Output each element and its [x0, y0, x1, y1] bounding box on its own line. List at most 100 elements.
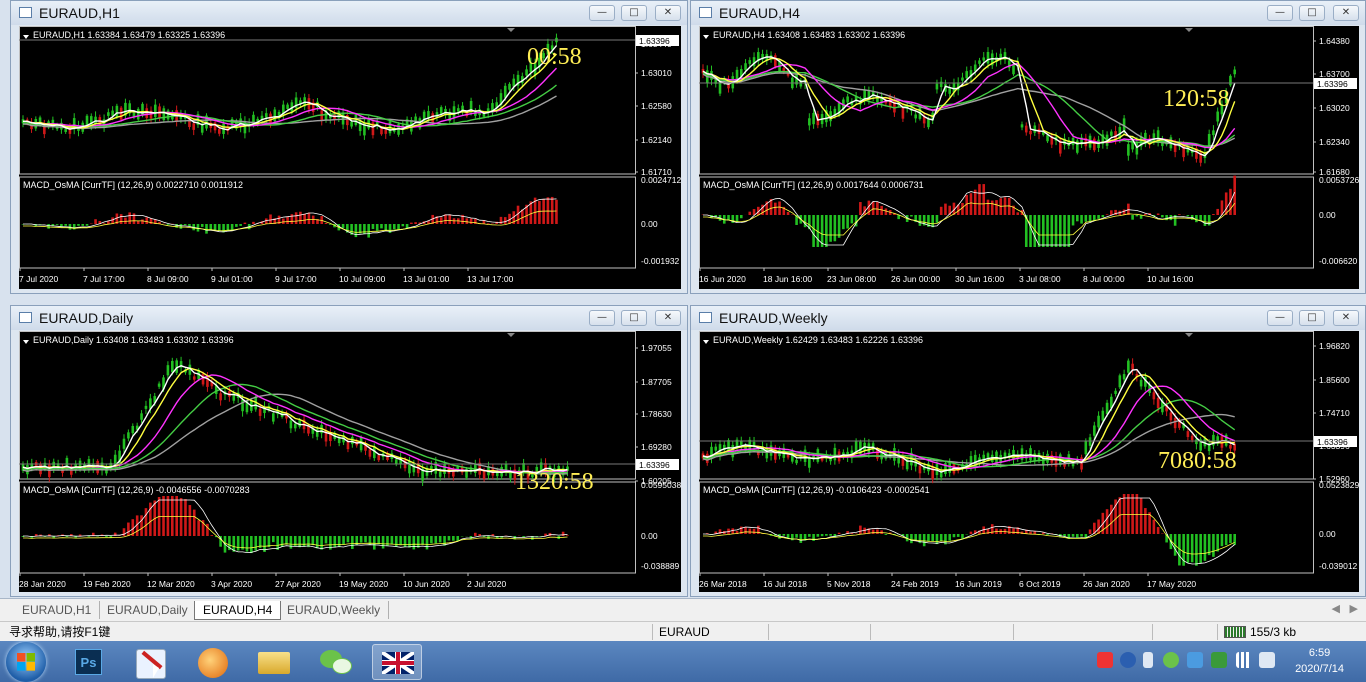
macd-bar: [430, 536, 433, 544]
scroll-left-arrow-icon[interactable]: ◀: [1332, 602, 1340, 615]
price-tick-label: 1.69280: [641, 442, 672, 452]
chart-area[interactable]: EURAUD,H1 1.63384 1.63479 1.63325 1.6339…: [19, 26, 681, 289]
chart-window-icon: [699, 312, 712, 323]
macd-bar: [1139, 497, 1143, 534]
candle-body: [264, 113, 268, 118]
macd-bar: [561, 531, 565, 536]
chart-window-weekly[interactable]: EURAUD,Weekly — □ ✕ EURAUD,Weekly 1.6242…: [690, 305, 1366, 597]
chart-window-h4[interactable]: EURAUD,H4 — □ ✕ EURAUD,H4 1.63408 1.6348…: [690, 0, 1366, 294]
dropdown-triangle-icon[interactable]: [23, 340, 29, 344]
candle-body: [812, 112, 815, 125]
paint-taskbar-icon[interactable]: [126, 644, 176, 680]
macd-bar: [124, 217, 127, 224]
dropdown-triangle-icon[interactable]: [703, 35, 709, 39]
macd-bar: [1195, 534, 1198, 566]
maximize-button[interactable]: □: [1299, 310, 1325, 326]
macd-bar: [931, 534, 934, 542]
macd-bar: [1203, 215, 1207, 226]
candle-body: [438, 471, 442, 477]
help-tray-icon[interactable]: [1120, 652, 1136, 668]
macd-bar: [1105, 214, 1109, 215]
macd-tick-label: 0.0053726: [1319, 175, 1359, 185]
minimize-button[interactable]: —: [1267, 5, 1293, 21]
chart-area[interactable]: EURAUD,Weekly 1.62429 1.63483 1.62226 1.…: [699, 331, 1359, 592]
minimize-button[interactable]: —: [589, 5, 615, 21]
candle-body: [1173, 144, 1177, 153]
shield-tray-icon[interactable]: [1187, 652, 1203, 668]
chart-area[interactable]: EURAUD,Daily 1.63408 1.63483 1.63302 1.6…: [19, 331, 681, 592]
macd-bar: [119, 214, 123, 224]
status-help-text: 寻求帮助,请按F1键: [9, 625, 111, 639]
macd-bar: [354, 224, 358, 238]
macd-bar: [1080, 534, 1083, 537]
window-titlebar[interactable]: EURAUD,Weekly — □ ✕: [691, 306, 1365, 330]
security-tray-icon[interactable]: [1211, 652, 1227, 668]
photoshop-taskbar-icon[interactable]: Ps: [64, 644, 114, 680]
price-chart-svg[interactable]: EURAUD,Daily 1.63408 1.63483 1.63302 1.6…: [19, 331, 683, 594]
candle-body: [1152, 392, 1156, 400]
network-tray-icon[interactable]: [1143, 652, 1153, 668]
macd-bar: [105, 536, 108, 538]
browser-taskbar-icon[interactable]: [188, 644, 238, 680]
maximize-button[interactable]: □: [621, 5, 647, 21]
minimize-button[interactable]: —: [589, 310, 615, 326]
volume-muted-tray-icon[interactable]: [1259, 652, 1275, 668]
wechat-taskbar-icon[interactable]: [312, 644, 362, 680]
maximize-button[interactable]: □: [621, 310, 647, 326]
candle-body: [1127, 144, 1130, 156]
macd-bar: [122, 528, 126, 536]
window-titlebar[interactable]: EURAUD,H1 — □ ✕: [11, 1, 687, 25]
close-button[interactable]: ✕: [655, 5, 681, 21]
tab-euraud-h1[interactable]: EURAUD,H1: [14, 601, 101, 619]
close-button[interactable]: ✕: [1333, 310, 1359, 326]
macd-bar: [469, 218, 473, 224]
candle-body: [978, 60, 981, 64]
candle-body: [833, 447, 837, 461]
window-titlebar[interactable]: EURAUD,Daily — □ ✕: [11, 306, 687, 330]
file-explorer-taskbar-icon[interactable]: [250, 644, 300, 680]
macd-bar: [250, 536, 253, 554]
minimize-button[interactable]: —: [1267, 310, 1293, 326]
chart-window-daily[interactable]: EURAUD,Daily — □ ✕ EURAUD,Daily 1.63408 …: [10, 305, 688, 597]
time-axis-label: 19 May 2020: [339, 579, 388, 589]
maximize-button[interactable]: □: [1299, 5, 1325, 21]
chart-window-h1[interactable]: EURAUD,H1 — □ ✕ EURAUD,H1 1.63384 1.6347…: [10, 0, 688, 294]
macd-bar: [303, 213, 306, 224]
candle-body: [1233, 69, 1236, 75]
tab-euraud-h4[interactable]: EURAUD,H4: [194, 601, 282, 620]
chart-info-label: EURAUD,H4 1.63408 1.63483 1.63302 1.6339…: [713, 30, 905, 40]
signal-tray-icon[interactable]: [1236, 652, 1252, 668]
macd-bar: [235, 224, 238, 227]
macd-bar: [961, 534, 964, 539]
tab-euraud-daily[interactable]: EURAUD,Daily: [99, 601, 197, 619]
macd-bar: [286, 216, 289, 224]
tab-euraud-weekly[interactable]: EURAUD,Weekly: [279, 601, 390, 619]
window-titlebar[interactable]: EURAUD,H4 — □ ✕: [691, 1, 1365, 25]
price-chart-svg[interactable]: EURAUD,H4 1.63408 1.63483 1.63302 1.6339…: [699, 26, 1361, 291]
macd-bar: [141, 219, 144, 224]
scroll-marker-icon: [1185, 28, 1193, 32]
current-price-label: 1.63396: [639, 460, 670, 470]
chart-area[interactable]: EURAUD,H4 1.63408 1.63483 1.63302 1.6339…: [699, 26, 1359, 289]
wechat-tray-icon[interactable]: [1163, 652, 1179, 668]
macd-bar: [140, 515, 143, 536]
dropdown-triangle-icon[interactable]: [23, 35, 29, 39]
start-button[interactable]: [6, 642, 46, 682]
macd-tick-label: -0.001932: [641, 256, 680, 266]
status-divider: [652, 624, 653, 640]
scroll-right-arrow-icon[interactable]: ▶: [1350, 602, 1358, 615]
close-button[interactable]: ✕: [1333, 5, 1359, 21]
candle-body: [914, 114, 917, 119]
uk-flag-taskbar-icon[interactable]: [372, 644, 422, 680]
candle-body: [927, 119, 930, 128]
close-button[interactable]: ✕: [655, 310, 681, 326]
macd-bar: [175, 224, 178, 228]
macd-bar: [1093, 215, 1096, 221]
taskbar-clock[interactable]: 6:59 2020/7/14: [1295, 645, 1344, 677]
ime-tray-icon[interactable]: [1097, 652, 1113, 668]
price-chart-svg[interactable]: EURAUD,Weekly 1.62429 1.63483 1.62226 1.…: [699, 331, 1361, 594]
dropdown-triangle-icon[interactable]: [703, 340, 709, 344]
candle-body: [431, 113, 434, 124]
price-chart-svg[interactable]: EURAUD,H1 1.63384 1.63479 1.63325 1.6339…: [19, 26, 683, 291]
candle-body: [144, 405, 148, 409]
